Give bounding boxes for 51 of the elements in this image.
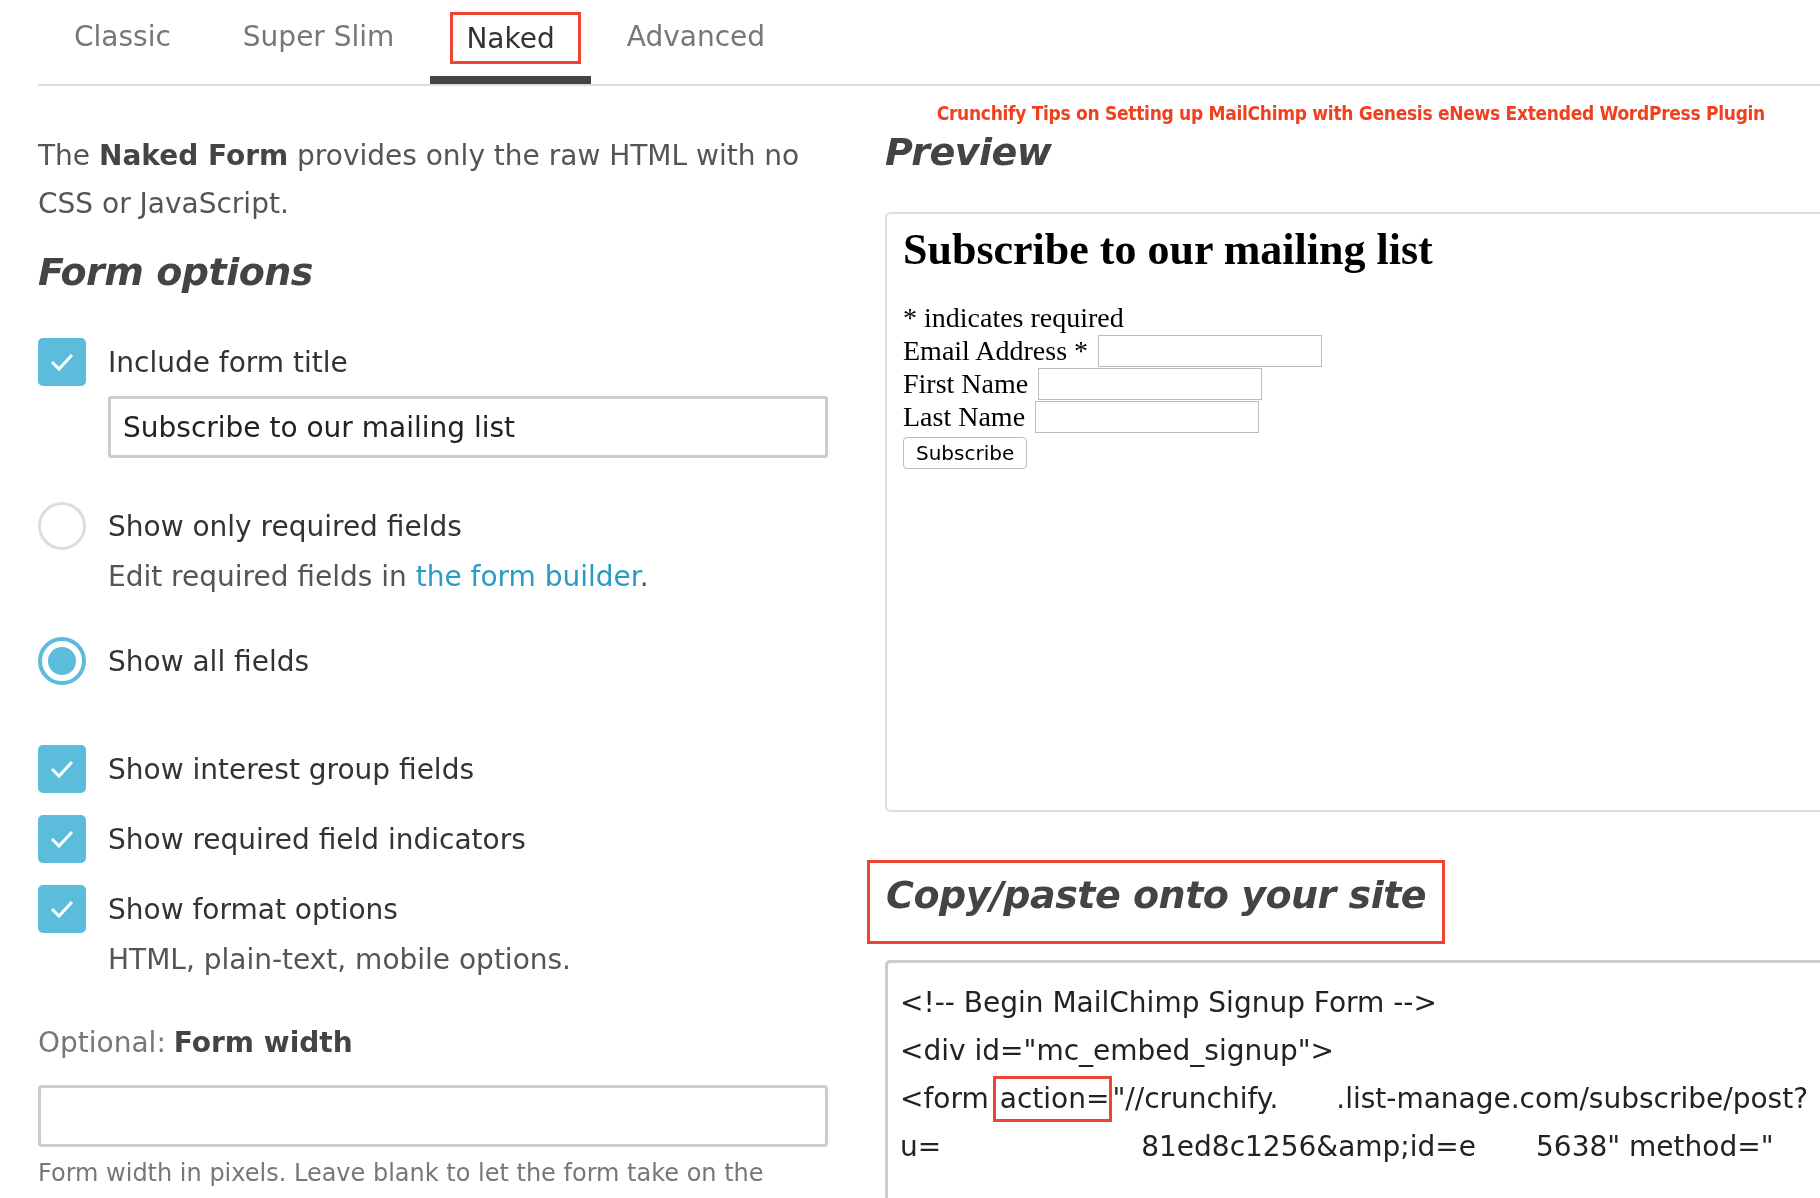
text-field[interactable] <box>1038 367 1263 400</box>
code-text: <!-- Begin MailChimp Signup Form --> <box>900 985 1437 1021</box>
radio-button[interactable] <box>38 502 86 550</box>
text-field[interactable] <box>1035 400 1260 433</box>
code-text: .list-manage.com/subscribe/post? <box>1336 1081 1808 1117</box>
subscribe-button[interactable]: Subscribe <box>903 437 1028 469</box>
text-field[interactable] <box>1098 334 1323 367</box>
code-text: u= <box>900 1129 942 1165</box>
field-label: Last Name <box>903 400 1026 433</box>
form-title: Subscribe to our mailing list <box>903 224 1434 275</box>
code-text: 5638" method=" <box>1536 1129 1774 1165</box>
section-title: Preview <box>885 130 1053 174</box>
tab[interactable]: Naked <box>430 0 591 84</box>
option-label: Show format options <box>108 892 398 926</box>
option-label: Show required field indicators <box>108 822 526 856</box>
code-box[interactable]: <!-- Begin MailChimp Signup Form --> <div id="mc_embed_signup"> <form action="//crunchify. .list-manage.com/subscribe/post? u= 81ed8c1256&amp;id=e 5638" method=" <box>885 960 1820 1198</box>
field-label: Form width <box>173 1026 353 1059</box>
tab[interactable]: Advanced <box>590 0 802 80</box>
checkbox[interactable] <box>38 815 86 863</box>
required-note: * indicates required <box>903 301 1125 334</box>
intro-text: The Naked Form provides only the raw HTML with no CSS or JavaScript. <box>38 138 801 222</box>
banner-text: Crunchify Tips on Setting up MailChimp with Genesis eNews Extended WordPress Plugin <box>935 102 1766 124</box>
tab[interactable]: Super Slim <box>206 0 431 80</box>
checkmark-icon <box>49 899 75 919</box>
section-title: Form options <box>38 250 314 294</box>
optional-label: Optional: <box>38 1026 166 1059</box>
option-label: Show interest group fields <box>108 752 474 786</box>
radio-button[interactable] <box>38 637 86 685</box>
checkmark-icon <box>49 829 75 849</box>
tab[interactable]: Classic <box>38 0 207 80</box>
code-text: action= <box>992 1076 1113 1122</box>
option-label: Show all fields <box>108 644 310 678</box>
code-text: "//crunchify. <box>1112 1081 1279 1117</box>
checkbox[interactable] <box>38 338 86 386</box>
checkmark-icon <box>49 352 75 372</box>
code-text: <form <box>900 1081 989 1117</box>
option-label: Include form title <box>108 345 348 379</box>
checkmark-icon <box>49 759 75 779</box>
section-title: Copy/paste onto your site <box>867 860 1446 944</box>
checkbox[interactable] <box>38 885 86 933</box>
code-text: <div id="mc_embed_signup"> <box>900 1033 1335 1069</box>
width-input[interactable] <box>38 1085 828 1147</box>
option-label: Show only required fields <box>108 509 462 543</box>
checkbox[interactable] <box>38 745 86 793</box>
help-text: Form width in pixels. Leave blank to let the form take on the <box>38 1159 765 1187</box>
field-label: Email Address * <box>903 334 1089 367</box>
option-help: HTML, plain-text, mobile options. <box>108 943 572 976</box>
field-label: First Name <box>903 367 1029 400</box>
title-input[interactable]: Subscribe to our mailing list <box>108 396 828 458</box>
code-text: 81ed8c1256&amp;id=e <box>1141 1129 1477 1165</box>
option-note: Edit required fields in the form builder. <box>108 560 650 593</box>
